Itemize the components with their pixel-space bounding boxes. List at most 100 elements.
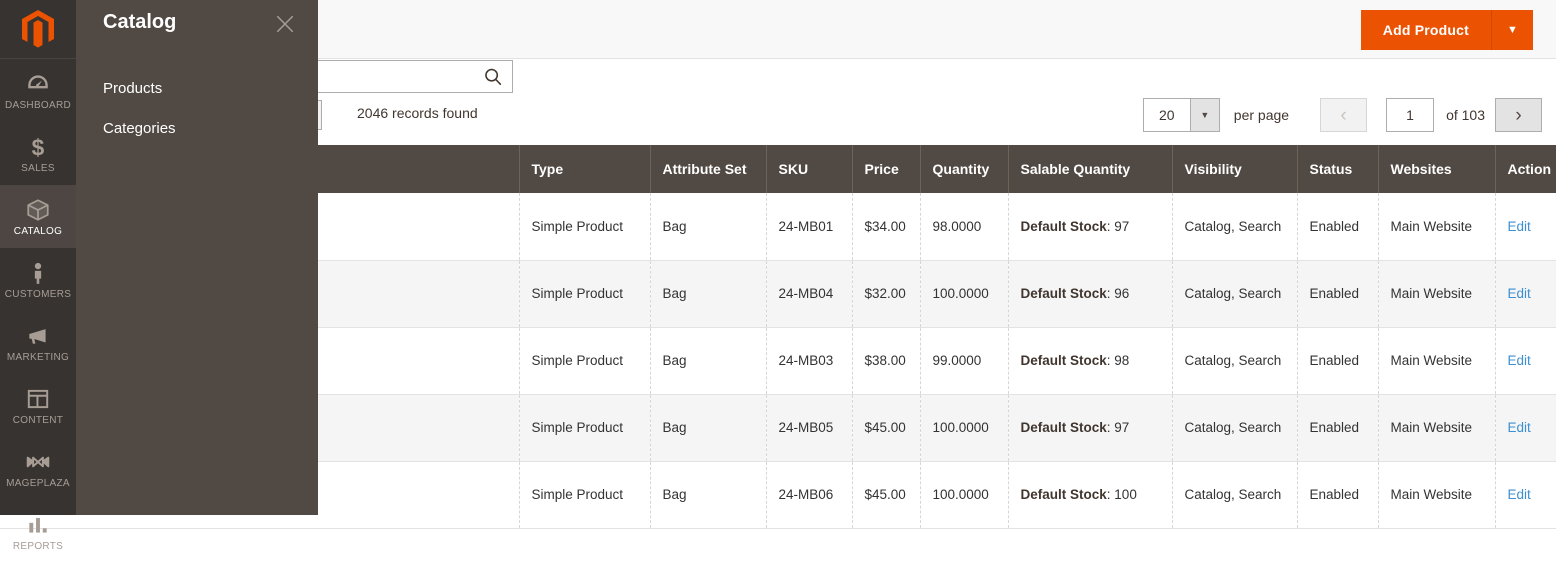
next-page-button[interactable]: ›	[1495, 98, 1542, 132]
column-header-type[interactable]: Type	[519, 145, 651, 193]
salable-stock-label: Default Stock	[1020, 420, 1107, 435]
salable-stock-label: Default Stock	[1020, 487, 1107, 502]
cell-product-type: Simple Product	[519, 260, 651, 328]
column-header-quantity[interactable]: Quantity	[920, 145, 1009, 193]
dashboard-gauge-icon	[25, 71, 51, 97]
column-header-attribute-set[interactable]: Attribute Set	[650, 145, 767, 193]
cell-price: $38.00	[852, 327, 921, 395]
box-package-icon	[25, 197, 51, 223]
person-icon	[25, 260, 51, 286]
cell-visibility: Catalog, Search	[1172, 260, 1298, 328]
salable-stock-value: 96	[1114, 286, 1130, 301]
layout-panels-icon	[25, 386, 51, 412]
cell-attribute-set: Bag	[650, 394, 767, 462]
current-page-input[interactable]	[1386, 98, 1435, 132]
cell-action: Edit	[1495, 260, 1556, 328]
edit-link[interactable]: Edit	[1508, 286, 1531, 301]
per-page-value: 20	[1158, 107, 1175, 123]
sidebar-item-sales[interactable]: $ SALES	[0, 122, 76, 185]
sidebar-item-label: CONTENT	[12, 414, 64, 426]
edit-link[interactable]: Edit	[1508, 420, 1531, 435]
cell-price: $45.00	[852, 394, 921, 462]
cell-sku: 24-MB01	[766, 193, 853, 261]
column-header-visibility[interactable]: Visibility	[1172, 145, 1298, 193]
column-header-websites[interactable]: Websites	[1378, 145, 1496, 193]
cell-status: Enabled	[1297, 260, 1379, 328]
bar-chart-icon	[25, 512, 51, 538]
cell-quantity: 98.0000	[920, 193, 1009, 261]
chevron-left-icon: ‹	[1340, 104, 1347, 126]
cell-sku: 24-MB05	[766, 394, 853, 462]
salable-stock-value: 97	[1114, 218, 1130, 234]
edit-link[interactable]: Edit	[1508, 487, 1531, 502]
cell-websites: Main Website	[1378, 260, 1496, 328]
cell-product-type: Simple Product	[519, 394, 651, 462]
cell-quantity: 100.0000	[920, 461, 1009, 529]
column-header-price[interactable]: Price	[852, 145, 921, 193]
sidebar-item-reports[interactable]: REPORTS	[0, 500, 76, 563]
cell-sku: 24-MB04	[766, 260, 853, 328]
cell-action: Edit	[1495, 193, 1556, 261]
add-product-dropdown-toggle[interactable]: ▼	[1491, 10, 1533, 50]
close-icon[interactable]	[274, 13, 296, 35]
magento-logo[interactable]	[0, 0, 76, 59]
cell-price: $32.00	[852, 260, 921, 328]
megaphone-icon	[25, 323, 51, 349]
sidebar-item-mageplaza[interactable]: MAGEPLAZA	[0, 437, 76, 500]
sidebar-item-label: SALES	[21, 162, 55, 174]
cell-product-type: Simple Product	[519, 193, 651, 261]
edit-link[interactable]: Edit	[1508, 219, 1531, 234]
sidebar-item-label: CATALOG	[13, 225, 63, 237]
records-found-label: 2046 records found	[357, 105, 478, 121]
search-magnifier-icon[interactable]	[482, 65, 504, 89]
per-page-chevron-down-icon[interactable]: ▼	[1189, 99, 1219, 131]
admin-sidebar: DASHBOARD $ SALES CATALOG CUSTOMERS MARKETING…	[0, 0, 76, 552]
column-header-action: Action	[1495, 145, 1556, 193]
cell-websites: Main Website	[1378, 193, 1496, 261]
salable-stock-label: Default Stock	[1020, 218, 1107, 234]
cell-salable-quantity: Default Stock: 97	[1008, 193, 1173, 261]
cell-action: Edit	[1495, 394, 1556, 462]
chevron-right-icon: ›	[1515, 104, 1522, 126]
cell-salable-quantity: Default Stock: 98	[1008, 327, 1173, 395]
cell-status: Enabled	[1297, 394, 1379, 462]
column-header-salable-quantity[interactable]: Salable Quantity	[1008, 145, 1173, 193]
cell-quantity: 100.0000	[920, 260, 1009, 328]
column-header-sku[interactable]: SKU	[766, 145, 853, 193]
salable-stock-value: 100	[1114, 487, 1137, 502]
svg-text:$: $	[32, 134, 45, 159]
cell-attribute-set: Bag	[650, 461, 767, 529]
sidebar-item-customers[interactable]: CUSTOMERS	[0, 248, 76, 311]
cell-salable-quantity: Default Stock: 97	[1008, 394, 1173, 462]
cell-action: Edit	[1495, 327, 1556, 395]
previous-page-button[interactable]: ‹	[1320, 98, 1368, 132]
cell-status: Enabled	[1297, 461, 1379, 529]
cell-salable-quantity: Default Stock: 100	[1008, 461, 1173, 529]
chevron-down-icon: ▼	[1507, 24, 1518, 36]
edit-link[interactable]: Edit	[1508, 353, 1531, 368]
flyout-link-products[interactable]: Products	[103, 80, 176, 97]
salable-stock-value: 97	[1114, 420, 1130, 435]
per-page-select[interactable]: 20 ▼	[1142, 98, 1220, 132]
cell-attribute-set: Bag	[650, 260, 767, 328]
sidebar-item-dashboard[interactable]: DASHBOARD	[0, 59, 76, 122]
cell-quantity: 99.0000	[920, 327, 1009, 395]
total-pages-label: of 103	[1446, 107, 1485, 123]
pagination-controls: 20 ▼ per page ‹ of 103 ›	[1142, 98, 1552, 132]
flyout-link-list: Products Categories	[103, 80, 176, 137]
sidebar-item-label: DASHBOARD	[4, 99, 72, 111]
sidebar-item-label: REPORTS	[12, 540, 64, 552]
cell-sku: 24-MB06	[766, 461, 853, 529]
flyout-link-categories[interactable]: Categories	[103, 120, 176, 137]
flyout-title: Catalog	[103, 11, 177, 33]
cell-visibility: Catalog, Search	[1172, 461, 1298, 529]
cell-attribute-set: Bag	[650, 327, 767, 395]
sidebar-item-marketing[interactable]: MARKETING	[0, 311, 76, 374]
add-product-button[interactable]: Add Product	[1360, 10, 1491, 50]
column-header-status[interactable]: Status	[1297, 145, 1379, 193]
cell-websites: Main Website	[1378, 461, 1496, 529]
cell-visibility: Catalog, Search	[1172, 327, 1298, 395]
per-page-label: per page	[1233, 107, 1290, 123]
sidebar-item-content[interactable]: CONTENT	[0, 374, 76, 437]
sidebar-item-catalog[interactable]: CATALOG	[0, 185, 76, 248]
